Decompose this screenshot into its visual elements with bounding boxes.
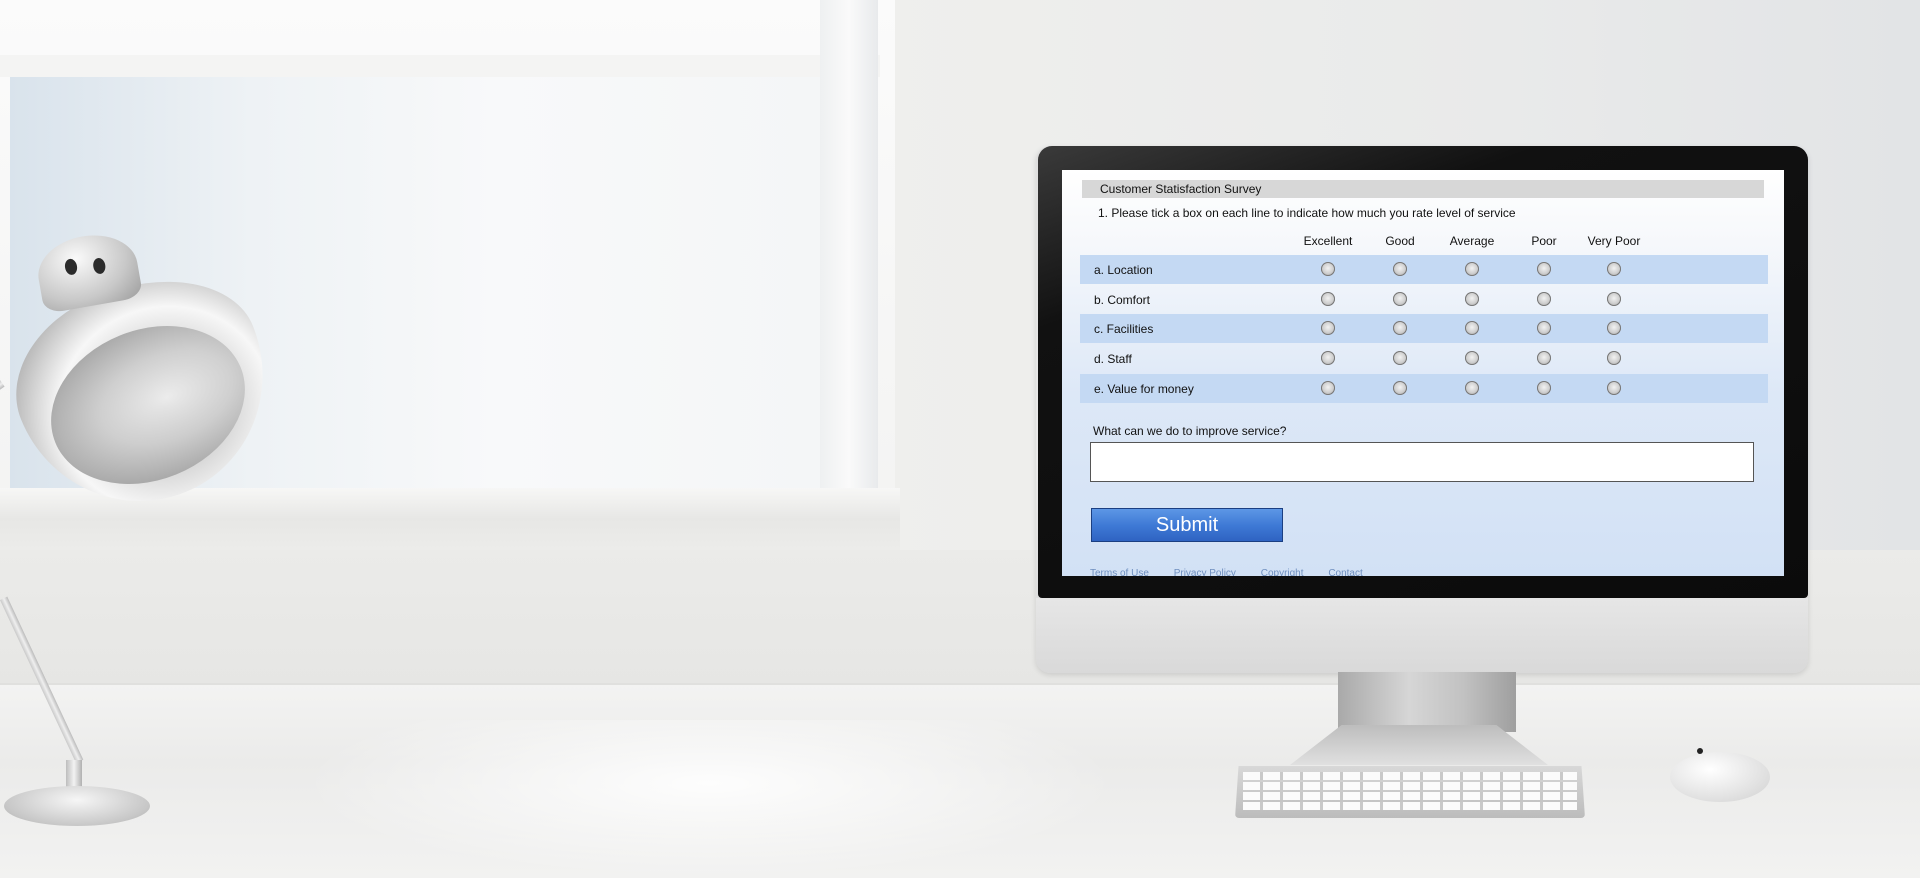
key-row <box>1243 772 1577 780</box>
footer-link-contact[interactable]: Contact <box>1328 568 1362 576</box>
survey-title: Customer Statisfaction Survey <box>1100 182 1262 196</box>
radio-staff-excellent[interactable] <box>1321 351 1335 365</box>
radio-value-good[interactable] <box>1393 381 1407 395</box>
key-row <box>1243 792 1577 800</box>
row-label: e. Value for money <box>1094 382 1194 396</box>
key-row <box>1243 782 1577 790</box>
radio-staff-average[interactable] <box>1465 351 1479 365</box>
survey-question: 1. Please tick a box on each line to ind… <box>1098 206 1516 220</box>
rating-row-location: a. Location <box>1080 255 1768 284</box>
rating-row-comfort: b. Comfort <box>1080 285 1768 314</box>
column-header-good: Good <box>1385 234 1415 248</box>
footer-link-terms[interactable]: Terms of Use <box>1090 568 1149 576</box>
radio-location-average[interactable] <box>1465 262 1479 276</box>
lamp-base <box>4 786 150 826</box>
column-header-average: Average <box>1449 234 1495 248</box>
radio-staff-good[interactable] <box>1393 351 1407 365</box>
radio-value-poor[interactable] <box>1537 381 1551 395</box>
radio-facilities-excellent[interactable] <box>1321 321 1335 335</box>
keyboard <box>1235 766 1585 818</box>
improve-service-label: What can we do to improve service? <box>1093 424 1287 438</box>
lamp-vent-hole <box>91 257 107 275</box>
row-label: d. Staff <box>1094 352 1132 366</box>
monitor-stand <box>1338 672 1516 732</box>
monitor-chin <box>1036 598 1808 673</box>
column-header-poor: Poor <box>1531 234 1557 248</box>
footer-link-privacy[interactable]: Privacy Policy <box>1174 568 1236 576</box>
radio-comfort-good[interactable] <box>1393 292 1407 306</box>
row-label: a. Location <box>1094 263 1153 277</box>
radio-location-good[interactable] <box>1393 262 1407 276</box>
radio-facilities-very-poor[interactable] <box>1607 321 1621 335</box>
window-frame <box>0 55 880 77</box>
lamp-vent-hole <box>63 257 79 276</box>
rating-row-value-for-money: e. Value for money <box>1080 374 1768 403</box>
improve-service-input[interactable] <box>1090 442 1754 482</box>
window-frame-post <box>820 0 878 505</box>
radio-value-very-poor[interactable] <box>1607 381 1621 395</box>
room-background: Customer Statisfaction Survey 1. Please … <box>0 0 1920 878</box>
radio-location-very-poor[interactable] <box>1607 262 1621 276</box>
key-row <box>1243 802 1577 810</box>
radio-facilities-average[interactable] <box>1465 321 1479 335</box>
radio-value-average[interactable] <box>1465 381 1479 395</box>
radio-comfort-average[interactable] <box>1465 292 1479 306</box>
mouse <box>1670 752 1770 802</box>
monitor-screen: Customer Statisfaction Survey 1. Please … <box>1062 170 1784 576</box>
radio-location-excellent[interactable] <box>1321 262 1335 276</box>
row-label: c. Facilities <box>1094 322 1154 336</box>
radio-comfort-poor[interactable] <box>1537 292 1551 306</box>
radio-comfort-excellent[interactable] <box>1321 292 1335 306</box>
column-header-excellent: Excellent <box>1303 234 1353 248</box>
column-header-very-poor: Very Poor <box>1587 234 1641 248</box>
radio-staff-poor[interactable] <box>1537 351 1551 365</box>
row-label: b. Comfort <box>1094 293 1151 307</box>
desk-highlight <box>300 720 1120 878</box>
survey-title-bar: Customer Statisfaction Survey <box>1082 180 1764 198</box>
footer-link-copyright[interactable]: Copyright <box>1261 568 1304 576</box>
radio-value-excellent[interactable] <box>1321 381 1335 395</box>
radio-facilities-poor[interactable] <box>1537 321 1551 335</box>
rating-row-staff: d. Staff <box>1080 344 1768 373</box>
footer-links: Terms of Use Privacy Policy Copyright Co… <box>1090 568 1385 576</box>
radio-staff-very-poor[interactable] <box>1607 351 1621 365</box>
radio-facilities-good[interactable] <box>1393 321 1407 335</box>
radio-location-poor[interactable] <box>1537 262 1551 276</box>
radio-comfort-very-poor[interactable] <box>1607 292 1621 306</box>
rating-row-facilities: c. Facilities <box>1080 314 1768 343</box>
submit-button[interactable]: Submit <box>1091 508 1283 542</box>
